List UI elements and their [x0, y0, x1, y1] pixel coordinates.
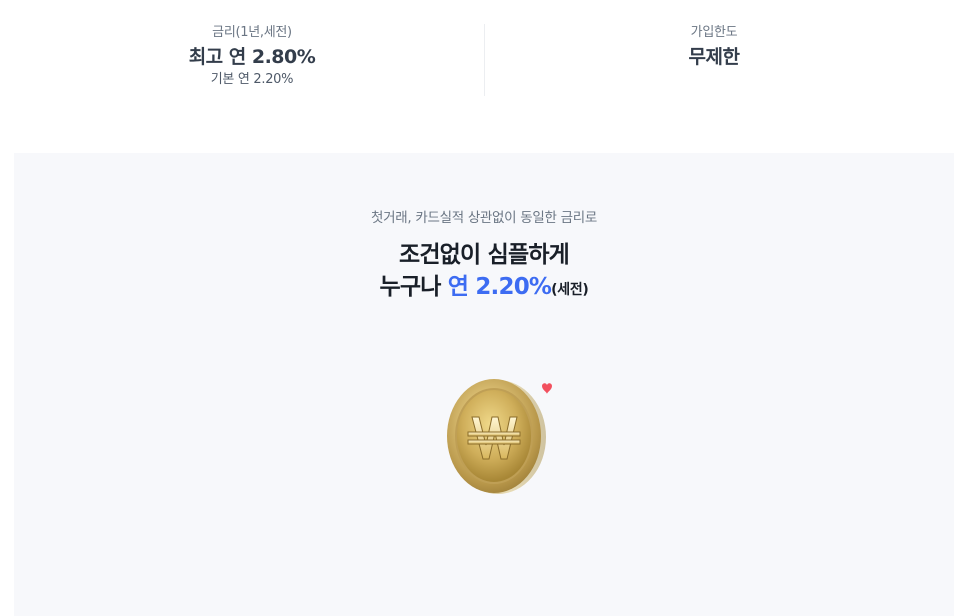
promo-title-prefix: 누구나 [379, 274, 448, 300]
heart-icon [542, 383, 552, 394]
promo-rate-highlight: 연 2.20% [447, 274, 552, 300]
promo-subtitle: 첫거래, 카드실적 상관없이 동일한 금리로 [371, 210, 597, 226]
max-rate-value: 최고 연 2.80% [188, 46, 316, 68]
limit-label: 가입한도 [690, 25, 738, 40]
promo-banner: 첫거래, 카드실적 상관없이 동일한 금리로 조건없이 심플하게 누구나 연 2… [14, 153, 954, 616]
rate-summary: 금리(1년,세전) 최고 연 2.80% 기본 연 2.20% 가입한도 무제한 [0, 0, 964, 100]
promo-title: 조건없이 심플하게 누구나 연 2.20%(세전) [14, 239, 954, 303]
limit-value: 무제한 [688, 46, 740, 68]
interest-rate-column: 금리(1년,세전) 최고 연 2.80% 기본 연 2.20% [102, 24, 402, 89]
base-rate-value: 기본 연 2.20% [210, 72, 294, 87]
promo-tax-note: (세전) [551, 282, 589, 298]
limit-column: 가입한도 무제한 [564, 24, 864, 71]
won-coin-icon [447, 379, 552, 494]
interest-rate-label: 금리(1년,세전) [212, 25, 292, 40]
promo-title-line1: 조건없이 심플하게 [398, 242, 570, 268]
promo-title-line2: 누구나 연 2.20%(세전) [14, 271, 954, 303]
column-divider [484, 24, 485, 96]
coin-illustration [432, 377, 552, 499]
